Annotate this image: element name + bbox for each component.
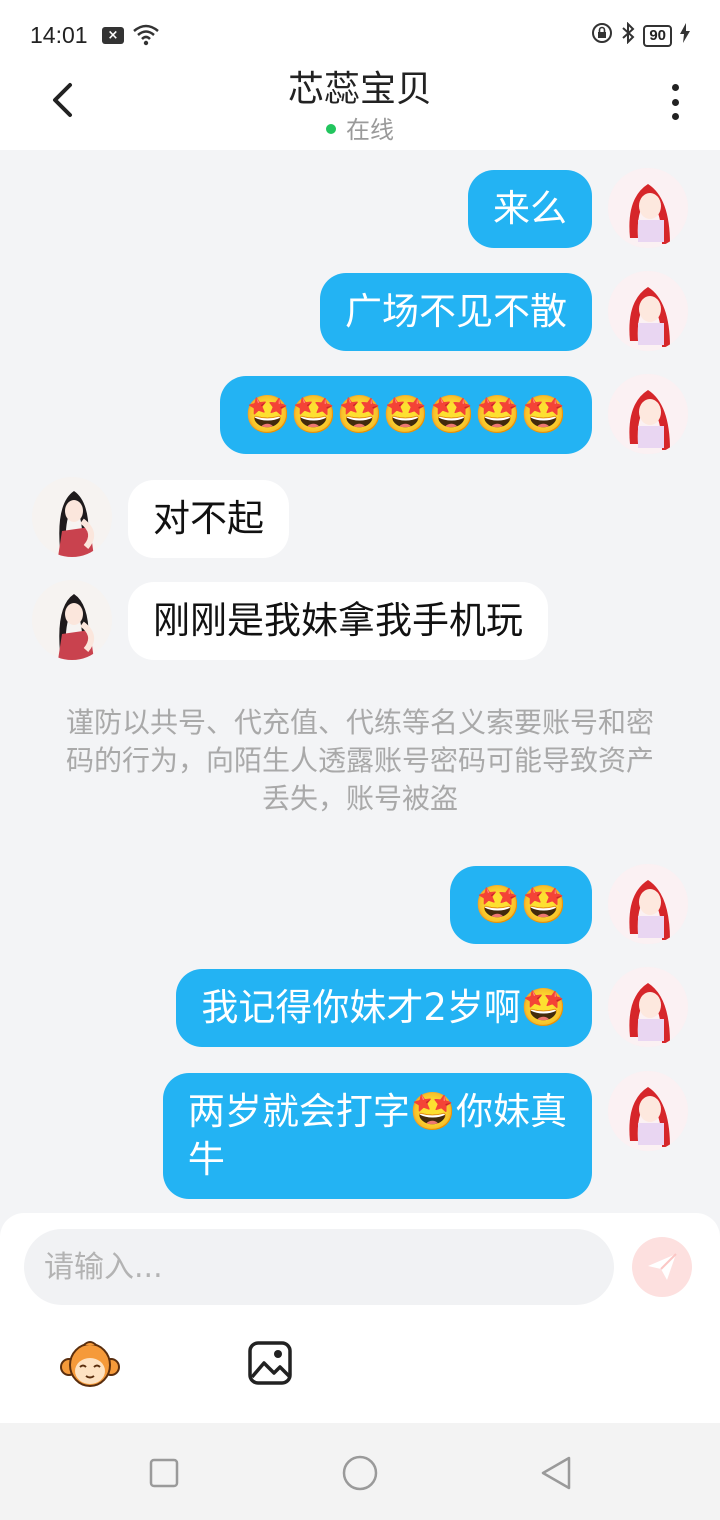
home-button[interactable]: [338, 1451, 382, 1495]
triangle-nav-icon: [541, 1456, 571, 1490]
message-bubble-received[interactable]: 对不起: [128, 480, 289, 558]
charging-icon: [680, 23, 690, 49]
message-bubble-sent[interactable]: 两岁就会打字🤩你妹真 牛: [162, 1073, 592, 1199]
online-dot-icon: [326, 124, 336, 134]
my-avatar[interactable]: [608, 374, 688, 454]
bluetooth-icon: [621, 21, 635, 50]
chat-header: 芯蕊宝贝 在线: [0, 50, 720, 150]
security-notice: 谨防以共号、代充值、代练等名义索要账号和密码的行为，向陌生人透露账号密码可能导致…: [65, 706, 654, 815]
message-input[interactable]: [24, 1229, 614, 1305]
lock-rotation-icon: [591, 22, 613, 50]
my-avatar[interactable]: [608, 864, 688, 944]
back-nav-button[interactable]: [534, 1451, 578, 1495]
circle-nav-icon: [342, 1455, 378, 1491]
emoji-button[interactable]: [60, 1337, 120, 1389]
message-bubble-sent[interactable]: 🤩🤩🤩🤩🤩🤩🤩: [219, 376, 592, 454]
battery-level: 90: [643, 25, 672, 47]
notification-icon: ×: [102, 27, 124, 44]
composer: [0, 1213, 720, 1423]
contact-avatar[interactable]: [32, 477, 112, 557]
chat-messages[interactable]: 来么 广场不见不散 🤩🤩🤩🤩🤩🤩🤩 对不起 刚刚是我妹拿我手机玩 谨防以共号、代…: [0, 150, 720, 1215]
contact-name: 芯蕊宝贝: [287, 69, 432, 110]
message-bubble-sent[interactable]: 广场不见不散: [320, 273, 592, 351]
my-avatar[interactable]: [608, 967, 688, 1047]
my-avatar[interactable]: [608, 1071, 688, 1151]
my-avatar[interactable]: [608, 271, 688, 351]
image-icon: [248, 1341, 292, 1385]
message-bubble-sent[interactable]: 我记得你妹才2岁啊🤩: [176, 969, 592, 1047]
more-icon-dot: [671, 98, 679, 106]
system-nav-bar: [0, 1423, 720, 1520]
square-nav-icon: [149, 1458, 179, 1488]
more-icon-dot: [671, 113, 679, 120]
contact-avatar[interactable]: [32, 580, 112, 660]
more-icon-dot: [671, 84, 679, 91]
image-button[interactable]: [246, 1339, 294, 1387]
my-avatar[interactable]: [608, 168, 688, 248]
wifi-icon: [132, 24, 160, 52]
recent-apps-button[interactable]: [142, 1451, 186, 1495]
send-icon: [648, 1253, 677, 1280]
message-bubble-sent[interactable]: 来么: [468, 170, 592, 248]
online-status: 在线: [0, 110, 720, 145]
status-time: 14:01: [30, 22, 88, 48]
message-bubble-sent[interactable]: 🤩🤩: [449, 866, 592, 944]
send-button[interactable]: [632, 1237, 692, 1297]
more-options-button[interactable]: [660, 80, 690, 124]
online-status-label: 在线: [346, 116, 394, 144]
message-bubble-received[interactable]: 刚刚是我妹拿我手机玩: [128, 582, 548, 660]
monkey-emoji-icon: [60, 1341, 120, 1387]
